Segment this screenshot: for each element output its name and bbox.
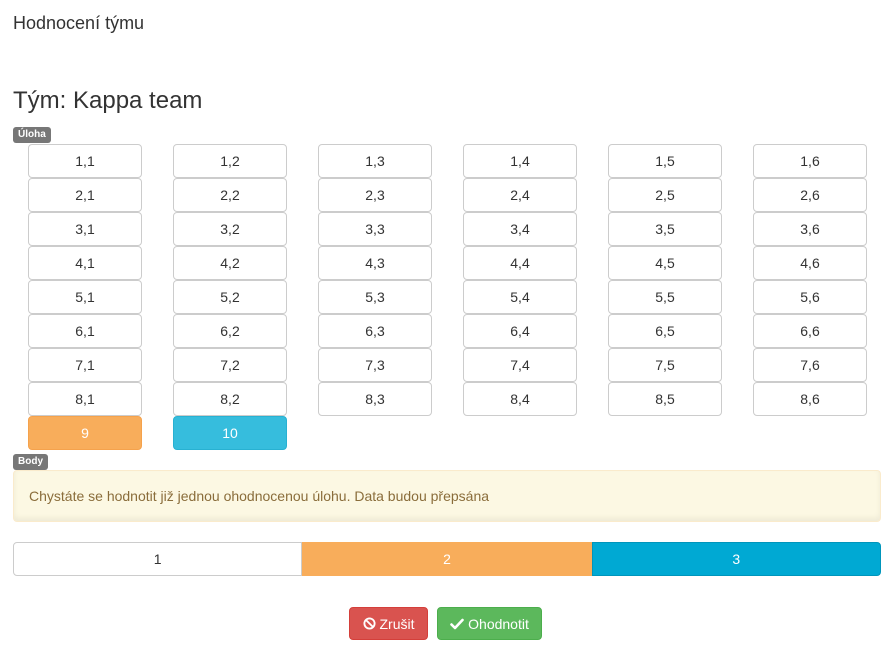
task-button[interactable]: 2,4 <box>463 178 577 212</box>
task-button[interactable]: 8,1 <box>28 382 142 416</box>
task-button[interactable]: 7,5 <box>608 348 722 382</box>
task-button[interactable]: 6,1 <box>28 314 142 348</box>
task-button[interactable]: 8,4 <box>463 382 577 416</box>
check-icon <box>450 618 464 630</box>
task-grid: 1,1 1,2 1,3 1,4 1,5 1,6 2,1 2,2 2,3 2,4 … <box>28 144 867 450</box>
task-button[interactable]: 6,4 <box>463 314 577 348</box>
task-button[interactable]: 5,2 <box>173 280 287 314</box>
task-button[interactable]: 3,3 <box>318 212 432 246</box>
submit-label: Ohodnotit <box>468 615 529 632</box>
task-button[interactable]: 4,3 <box>318 246 432 280</box>
points-label: Body <box>13 454 48 470</box>
cancel-label: Zrušit <box>379 615 415 632</box>
task-button[interactable]: 5,5 <box>608 280 722 314</box>
task-button[interactable]: 1,2 <box>173 144 287 178</box>
task-button[interactable]: 8,5 <box>608 382 722 416</box>
task-button[interactable]: 2,3 <box>318 178 432 212</box>
task-button[interactable]: 2,5 <box>608 178 722 212</box>
points-option-1[interactable]: 1 <box>13 542 303 576</box>
warning-alert: Chystáte se hodnotit již jednou ohodnoce… <box>13 470 881 522</box>
task-button[interactable]: 6,6 <box>753 314 867 348</box>
task-button[interactable]: 3,2 <box>173 212 287 246</box>
task-button[interactable]: 6,3 <box>318 314 432 348</box>
points-selector: 1 2 3 <box>13 542 881 576</box>
task-button[interactable]: 6,2 <box>173 314 287 348</box>
task-button[interactable]: 1,5 <box>608 144 722 178</box>
task-button[interactable]: 8,2 <box>173 382 287 416</box>
task-button-9[interactable]: 9 <box>28 416 142 450</box>
points-option-3[interactable]: 3 <box>591 542 881 576</box>
task-button[interactable]: 3,4 <box>463 212 577 246</box>
task-button[interactable]: 5,6 <box>753 280 867 314</box>
task-button[interactable]: 8,3 <box>318 382 432 416</box>
task-button[interactable]: 4,4 <box>463 246 577 280</box>
cancel-button[interactable]: Zrušit <box>349 607 428 640</box>
task-button[interactable]: 4,5 <box>608 246 722 280</box>
task-button[interactable]: 2,1 <box>28 178 142 212</box>
task-button[interactable]: 1,1 <box>28 144 142 178</box>
task-button[interactable]: 8,6 <box>753 382 867 416</box>
task-button[interactable]: 4,2 <box>173 246 287 280</box>
task-button[interactable]: 6,5 <box>608 314 722 348</box>
task-button[interactable]: 7,4 <box>463 348 577 382</box>
ban-icon <box>362 617 376 630</box>
points-option-2[interactable]: 2 <box>302 542 592 576</box>
alert-text: Chystáte se hodnotit již jednou ohodnoce… <box>29 488 490 504</box>
action-bar: Zrušit Ohodnotit <box>0 607 891 640</box>
task-button[interactable]: 3,1 <box>28 212 142 246</box>
app-title: Hodnocení týmu <box>13 13 145 33</box>
task-button[interactable]: 3,6 <box>753 212 867 246</box>
task-button[interactable]: 1,4 <box>463 144 577 178</box>
task-button[interactable]: 3,5 <box>608 212 722 246</box>
task-button[interactable]: 1,3 <box>318 144 432 178</box>
task-button[interactable]: 1,6 <box>753 144 867 178</box>
task-button[interactable]: 7,2 <box>173 348 287 382</box>
task-button[interactable]: 5,1 <box>28 280 142 314</box>
submit-button[interactable]: Ohodnotit <box>437 607 542 640</box>
team-title: Tým: Kappa team <box>13 87 203 114</box>
task-button[interactable]: 7,6 <box>753 348 867 382</box>
task-button[interactable]: 2,6 <box>753 178 867 212</box>
task-label: Úloha <box>13 127 51 143</box>
task-button[interactable]: 5,3 <box>318 280 432 314</box>
task-button-10[interactable]: 10 <box>173 416 287 450</box>
task-button[interactable]: 5,4 <box>463 280 577 314</box>
task-button[interactable]: 7,3 <box>318 348 432 382</box>
task-button[interactable]: 2,2 <box>173 178 287 212</box>
task-button[interactable]: 7,1 <box>28 348 142 382</box>
task-button[interactable]: 4,6 <box>753 246 867 280</box>
task-button[interactable]: 4,1 <box>28 246 142 280</box>
